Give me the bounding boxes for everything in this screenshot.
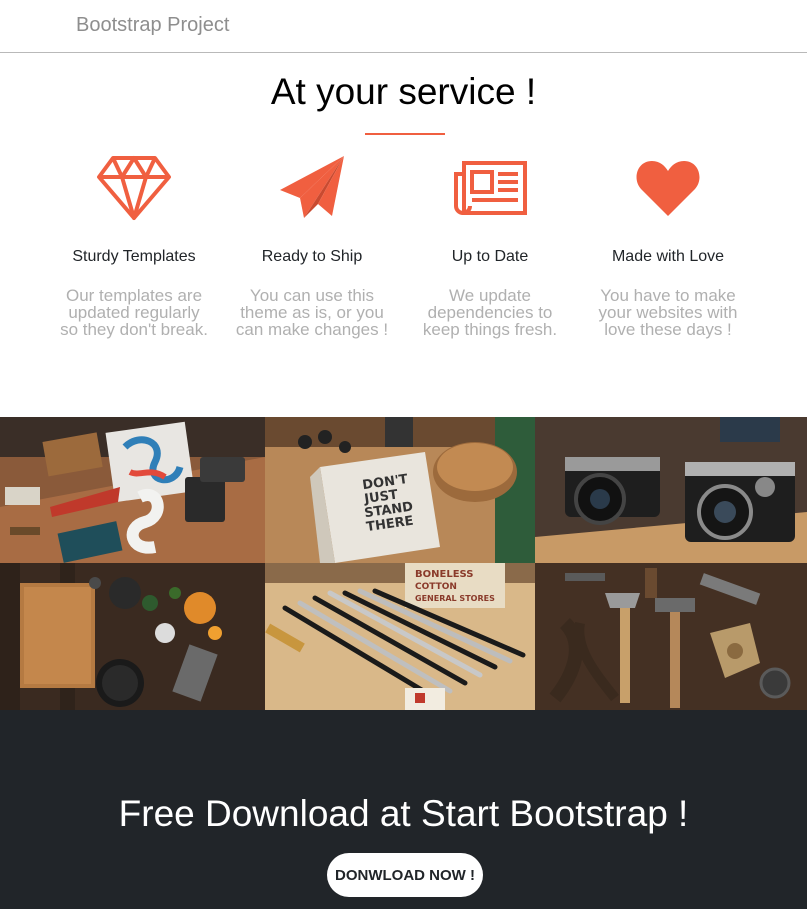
services-section: At your service ! Sturdy Templates Our t… <box>0 53 807 417</box>
service-name: Made with Love <box>611 248 725 265</box>
services-title: At your service ! <box>270 71 537 112</box>
service-name: Ready to Ship <box>261 248 363 265</box>
portfolio-item-brushes[interactable]: BONELESS COTTON GENERAL STORES <box>265 563 535 710</box>
heart-icon <box>579 153 757 223</box>
download-title: Free Download at Start Bootstrap ! <box>118 793 689 834</box>
portfolio-grid: DON'T JUST STAND THERE BONELESS COTTON G… <box>0 417 807 710</box>
svg-text:BONELESS: BONELESS <box>415 569 473 580</box>
portfolio-item-stationery[interactable] <box>0 417 265 563</box>
navbar-brand[interactable]: Bootstrap Project <box>76 14 229 37</box>
download-section: Free Download at Start Bootstrap ! DONWL… <box>0 710 807 909</box>
service-description: You can use this theme as is, or you can… <box>235 286 389 339</box>
diamond-icon <box>45 153 223 223</box>
kitchen-table-image <box>0 563 265 710</box>
stationery-flatlay-image <box>0 417 265 563</box>
service-description: We update dependencies to keep things fr… <box>422 286 558 339</box>
service-item: Made with Love You have to make your web… <box>579 153 757 338</box>
service-name: Up to Date <box>451 248 529 265</box>
service-name: Sturdy Templates <box>72 248 196 265</box>
paper-plane-icon <box>223 153 401 223</box>
svg-text:GENERAL STORES: GENERAL STORES <box>415 594 495 603</box>
service-item: Sturdy Templates Our templates are updat… <box>45 153 223 338</box>
service-description: Our templates are updated regularly so t… <box>60 286 208 339</box>
portfolio-item-book[interactable]: DON'T JUST STAND THERE <box>265 417 535 563</box>
svg-text:COTTON: COTTON <box>415 582 457 592</box>
tools-flatlay-image <box>535 563 807 710</box>
dont-just-stand-there-book-image: DON'T JUST STAND THERE <box>265 417 535 563</box>
download-now-button[interactable]: DONWLOAD NOW ! <box>327 853 483 897</box>
portfolio-item-tools[interactable] <box>535 563 807 710</box>
vintage-cameras-image <box>535 417 807 563</box>
service-item: Ready to Ship You can use this theme as … <box>223 153 401 338</box>
portfolio-item-cameras[interactable] <box>535 417 807 563</box>
service-item: Up to Date We update dependencies to kee… <box>401 153 579 338</box>
portfolio-item-kitchen[interactable] <box>0 563 265 710</box>
paintbrushes-image: BONELESS COTTON GENERAL STORES <box>265 563 535 710</box>
divider <box>365 133 445 135</box>
service-description: You have to make your websites with love… <box>598 286 738 339</box>
navbar: Bootstrap Project <box>0 0 807 53</box>
newspaper-icon <box>401 153 579 223</box>
